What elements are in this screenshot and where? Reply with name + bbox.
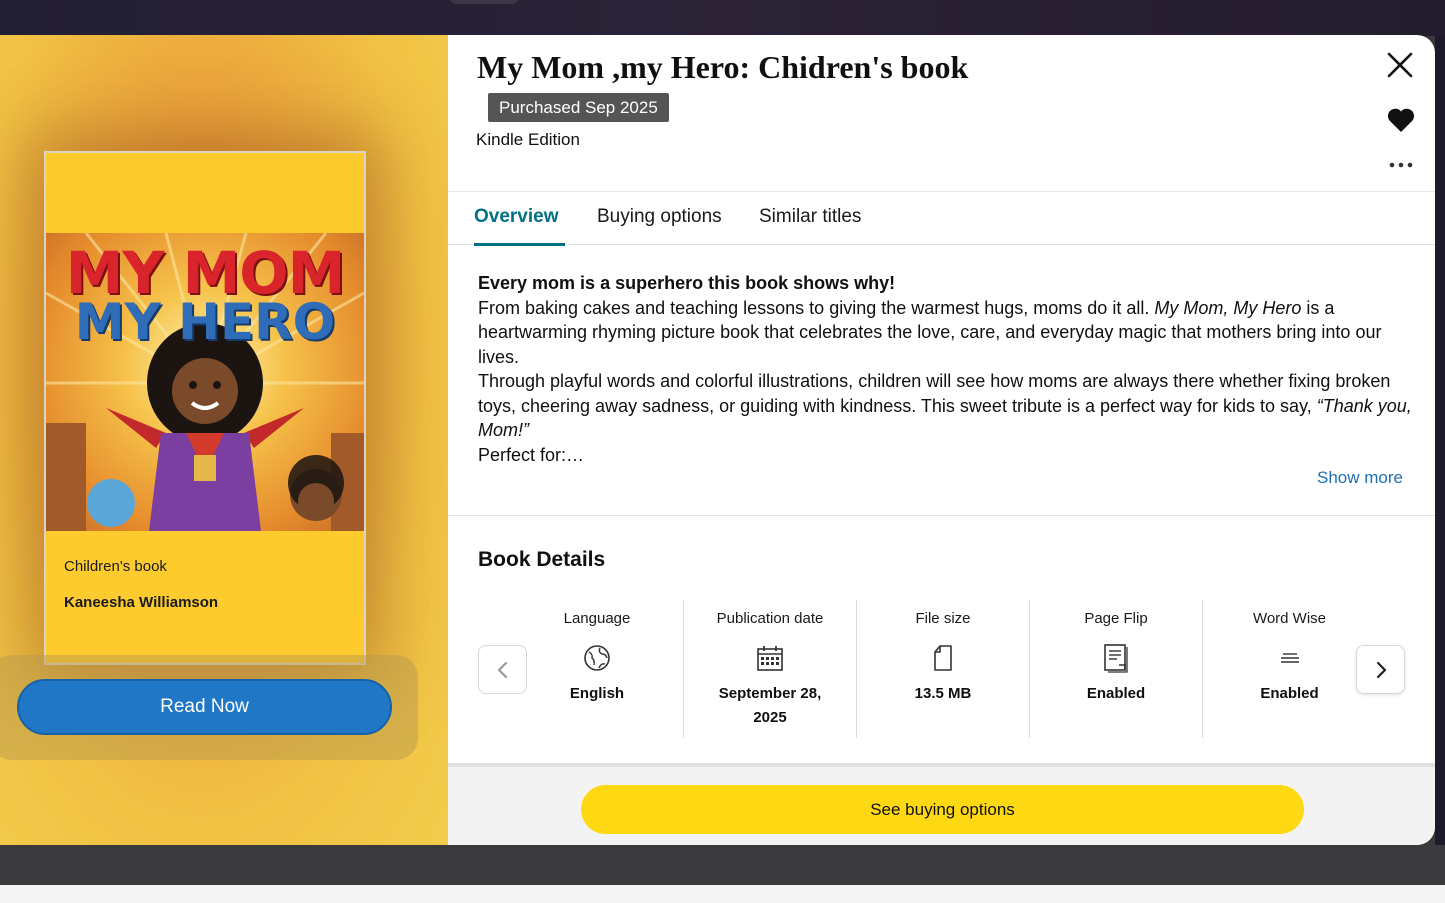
show-more-link[interactable]: Show more <box>1317 468 1403 488</box>
favorite-button[interactable] <box>1383 103 1419 137</box>
action-footer: See buying options <box>448 763 1435 845</box>
backdrop-strip <box>0 885 1445 903</box>
detail-value: September 28, 2025 <box>718 685 822 726</box>
cover-author: Kaneesha Williamson <box>64 594 219 611</box>
backdrop-pill <box>448 0 520 4</box>
description-paragraph-3: Perfect for:… <box>478 444 585 465</box>
tab-buying-options[interactable]: Buying options <box>597 206 722 228</box>
tab-overview[interactable]: Overview <box>474 206 559 228</box>
detail-value: Enabled <box>1260 685 1319 702</box>
tab-bar: Overview Buying options Similar titles <box>448 191 1435 246</box>
details-panel: My Mom ,my Hero: Chidren's book Purchase… <box>448 35 1435 845</box>
word-wise-icon <box>1275 643 1305 673</box>
book-title: My Mom ,my Hero: Chidren's book <box>477 49 969 85</box>
book-description: Every mom is a superhero this book shows… <box>478 271 1413 467</box>
backdrop-right <box>1435 36 1445 845</box>
page-flip-icon <box>1101 643 1131 673</box>
calendar-icon <box>755 643 785 673</box>
description-italic-title: My Mom, My Hero <box>1154 297 1302 318</box>
description-paragraph-1: From baking cakes and teaching lessons t… <box>478 296 1413 370</box>
close-button[interactable] <box>1382 47 1418 83</box>
cover-panel: MY MOM MY HERO Children's book Kaneesha … <box>0 35 448 845</box>
globe-icon <box>582 643 612 673</box>
tab-similar-titles[interactable]: Similar titles <box>759 206 861 228</box>
detail-file-size: File size 13.5 MB <box>857 600 1030 738</box>
see-buying-options-button[interactable]: See buying options <box>581 785 1304 834</box>
detail-label: Page Flip <box>1084 610 1148 627</box>
detail-language: Language English <box>511 600 684 738</box>
purchased-badge: Purchased Sep 2025 <box>488 93 669 122</box>
detail-label: File size <box>915 610 971 627</box>
detail-value: Enabled <box>1086 685 1146 702</box>
book-cover: MY MOM MY HERO Children's book Kaneesha … <box>44 151 366 665</box>
description-text: From baking cakes and teaching lessons t… <box>478 297 1155 318</box>
heart-icon <box>1387 108 1415 132</box>
cover-label: Children's book <box>64 558 167 575</box>
backdrop-bottom <box>0 845 1445 903</box>
more-options-icon <box>1389 162 1413 168</box>
description-paragraph-2: Through playful words and colorful illus… <box>478 369 1413 443</box>
detail-label: Language <box>563 610 631 627</box>
detail-value: 13.5 MB <box>914 685 972 702</box>
detail-page-flip: Page Flip Enabled <box>1030 600 1203 738</box>
cover-title-line2: MY HERO <box>74 293 336 351</box>
detail-value: English <box>569 685 625 702</box>
more-options-button[interactable] <box>1383 151 1419 179</box>
chevron-left-icon <box>497 661 507 678</box>
read-now-button[interactable]: Read Now <box>17 679 392 735</box>
cover-illustration: MY MOM MY HERO <box>46 233 364 531</box>
detail-label: Publication date <box>716 610 824 627</box>
backdrop-top <box>0 0 1445 36</box>
book-details-heading: Book Details <box>478 548 606 571</box>
description-text: Through playful words and colorful illus… <box>478 371 1391 416</box>
chevron-right-icon <box>1376 661 1386 678</box>
section-divider <box>448 515 1435 516</box>
active-tab-indicator <box>474 243 565 246</box>
detail-word-wise: Word Wise Enabled <box>1203 600 1376 738</box>
description-headline: Every mom is a superhero this book shows… <box>478 273 896 293</box>
file-icon <box>928 643 958 673</box>
detail-label: Word Wise <box>1252 610 1327 627</box>
close-icon <box>1387 52 1413 78</box>
details-next-button[interactable] <box>1356 645 1405 694</box>
read-now-container: Read Now <box>0 655 418 760</box>
book-edition: Kindle Edition <box>476 130 580 149</box>
detail-publication-date: Publication date September 28, 2025 <box>684 600 857 738</box>
